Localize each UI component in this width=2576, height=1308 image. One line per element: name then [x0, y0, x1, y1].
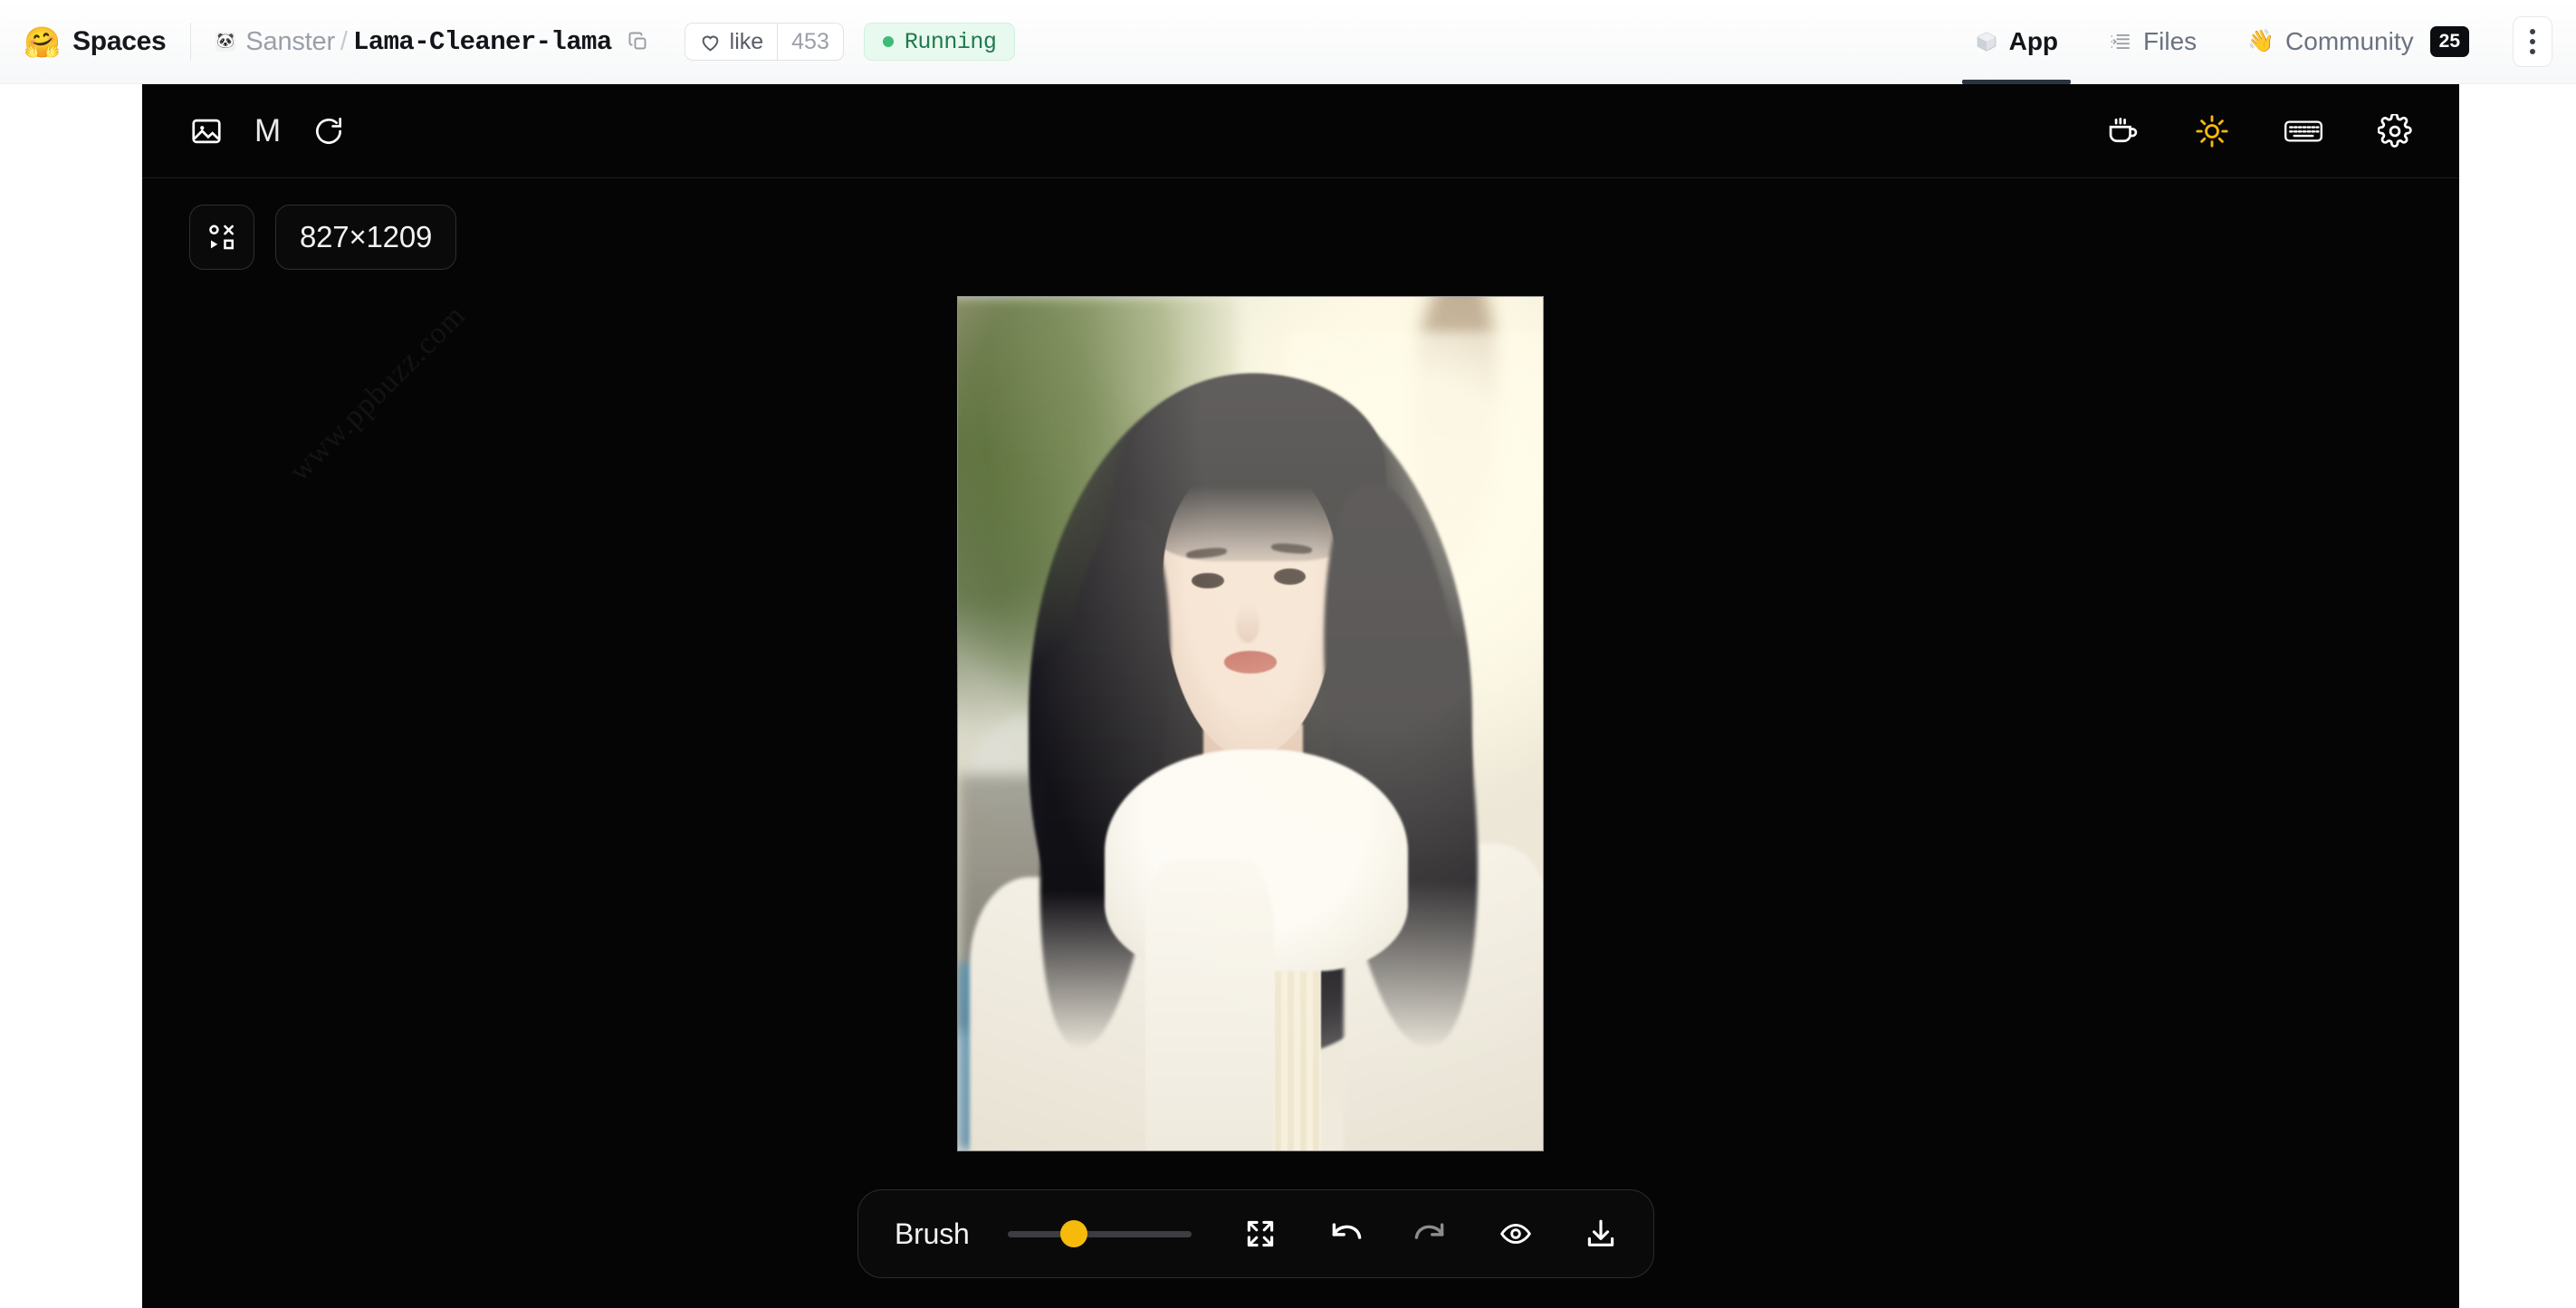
photo-lips: [1223, 651, 1278, 673]
editor-bottom-toolbar: Brush: [857, 1189, 1654, 1278]
settings-gear-icon[interactable]: [2378, 113, 2412, 148]
app-toolbar: M: [142, 84, 2459, 178]
hugging-face-logo-icon: 🤗: [24, 24, 62, 59]
download-icon[interactable]: [1585, 1217, 1617, 1250]
kebab-dot-icon: [2530, 39, 2535, 44]
breadcrumb-space-name[interactable]: Lama-Cleaner-lama: [353, 27, 612, 57]
editor-canvas[interactable]: [957, 296, 1544, 1151]
like-label: like: [729, 28, 764, 54]
tab-community-label: Community: [2285, 27, 2414, 55]
status-badge: Running: [863, 23, 1016, 61]
canvas-info-row: 827×1209: [189, 205, 457, 270]
kebab-dot-icon: [2530, 29, 2535, 34]
tab-app-label: App: [2008, 27, 2059, 55]
status-label: Running: [904, 28, 997, 55]
header-left-group: 🤗 Spaces 🐼 Sanster / Lama-Cleaner-lama l…: [24, 23, 1016, 61]
photo-nose: [1235, 604, 1259, 643]
like-count: 453: [777, 24, 843, 60]
status-dot-icon: [882, 36, 894, 47]
brush-size-slider[interactable]: [1007, 1220, 1192, 1247]
editor-actions: [1244, 1217, 1617, 1250]
community-count-badge: 25: [2429, 26, 2469, 57]
kebab-dot-icon: [2530, 49, 2535, 54]
fit-screen-icon[interactable]: [1244, 1217, 1277, 1250]
watermark-text: www.ppbuzz.com: [282, 298, 473, 489]
plugins-shapes-button[interactable]: [189, 205, 254, 270]
tab-community[interactable]: 👋 Community 25: [2222, 0, 2495, 84]
brush-label: Brush: [895, 1217, 970, 1250]
huggingface-header: 🤗 Spaces 🐼 Sanster / Lama-Cleaner-lama l…: [0, 0, 2576, 84]
keyboard-shortcuts-icon[interactable]: [2284, 114, 2323, 148]
copy-icon[interactable]: [627, 30, 650, 53]
owner-avatar: 🐼: [215, 32, 236, 52]
spaces-label: Spaces: [72, 26, 167, 56]
photo-eye: [1273, 568, 1307, 585]
tab-app[interactable]: App: [1949, 0, 2083, 84]
header-nav-tabs: App Files 👋 Community 25: [1949, 0, 2552, 84]
owner-avatar-glyph: 🐼: [216, 33, 235, 49]
refresh-icon[interactable]: [311, 114, 346, 148]
slider-track: [1007, 1230, 1192, 1237]
breadcrumb-owner-link[interactable]: Sanster: [245, 27, 335, 57]
like-button[interactable]: like: [685, 24, 778, 60]
wave-icon: 👋: [2247, 29, 2275, 53]
photo-scarf-tail: [1144, 860, 1274, 1150]
toggle-original-eye-icon[interactable]: [1499, 1217, 1532, 1250]
cube-icon: [1975, 30, 1998, 53]
canvas-photo: [958, 297, 1543, 1150]
redo-icon[interactable]: [1414, 1217, 1447, 1250]
spaces-home-link[interactable]: 🤗 Spaces: [24, 24, 167, 59]
app-toolbar-left: M: [189, 114, 346, 148]
breadcrumb-separator: /: [340, 26, 348, 56]
coffee-icon[interactable]: [2106, 114, 2140, 148]
slider-thumb[interactable]: [1059, 1220, 1087, 1247]
tab-files[interactable]: Files: [2083, 0, 2222, 84]
more-options-button[interactable]: [2513, 16, 2552, 67]
tab-files-label: Files: [2143, 27, 2198, 55]
app-toolbar-right: [2106, 113, 2412, 148]
mask-toggle-button[interactable]: M: [254, 115, 281, 147]
theme-sun-icon[interactable]: [2195, 114, 2229, 148]
header-divider: [190, 23, 192, 61]
files-icon: [2109, 30, 2132, 53]
heart-icon: [702, 35, 718, 52]
space-app-iframe: M 827×1209 www.ppbuzz.com Brush: [142, 84, 2459, 1308]
like-button-group[interactable]: like 453: [684, 23, 844, 61]
undo-icon[interactable]: [1329, 1217, 1362, 1250]
image-size-badge: 827×1209: [275, 205, 457, 270]
upload-image-icon[interactable]: [189, 114, 224, 148]
